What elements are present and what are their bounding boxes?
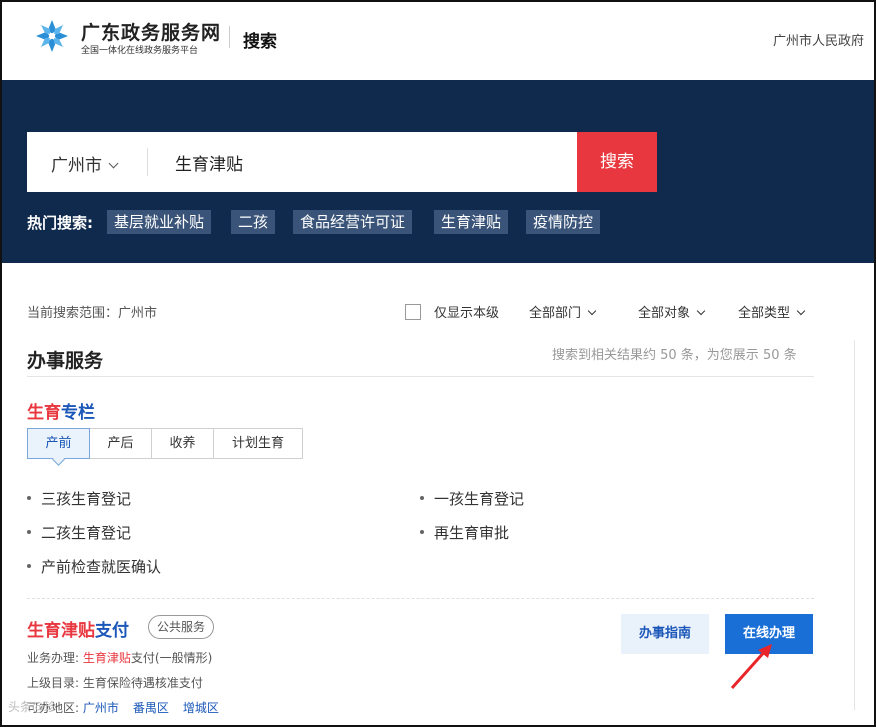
department-filter[interactable]: 全部部门 bbox=[529, 302, 597, 321]
type-filter[interactable]: 全部类型 bbox=[738, 302, 806, 321]
birth-column-title-red: 生育 bbox=[27, 403, 61, 423]
birth-column-title-blue: 专栏 bbox=[61, 403, 95, 423]
site-header: 广东政务服务网 全国一体化在线政务服务平台 搜索 广州市人民政府 bbox=[2, 2, 874, 80]
bullet-icon bbox=[27, 496, 31, 500]
region-link[interactable]: 广州市 bbox=[83, 701, 119, 715]
search-button[interactable]: 搜索 bbox=[577, 132, 657, 192]
business-rest: 支付(一般情形) bbox=[130, 651, 213, 665]
parent-label: 上级目录: bbox=[27, 676, 80, 690]
list-item-label: 三孩生育登记 bbox=[41, 490, 132, 508]
section-title: 办事服务 bbox=[27, 350, 104, 372]
scope-value: 广州市 bbox=[118, 306, 158, 321]
list-item-label: 一孩生育登记 bbox=[434, 490, 525, 508]
tab-adoption[interactable]: 收养 bbox=[151, 428, 214, 459]
region-link[interactable]: 番禺区 bbox=[133, 701, 169, 715]
search-box: 广州市 bbox=[27, 132, 577, 192]
list-item[interactable]: 再生育审批 bbox=[420, 522, 509, 543]
search-input[interactable] bbox=[175, 146, 565, 178]
department-filter-label: 全部部门 bbox=[529, 306, 582, 321]
only-level-checkbox[interactable] bbox=[405, 304, 421, 320]
region-link[interactable]: 增城区 bbox=[183, 701, 219, 715]
target-filter[interactable]: 全部对象 bbox=[638, 302, 706, 321]
hot-tag[interactable]: 疫情防控 bbox=[526, 210, 601, 234]
list-item[interactable]: 二孩生育登记 bbox=[27, 522, 131, 543]
bullet-icon bbox=[420, 530, 424, 534]
right-panel-edge bbox=[854, 340, 855, 710]
parent-catalog-line: 上级目录: 生育保险待遇核准支付 bbox=[27, 674, 203, 691]
city-select[interactable]: 广州市 bbox=[51, 151, 119, 176]
result-title-blue: 支付 bbox=[95, 621, 129, 641]
parent-value: 生育保险待遇核准支付 bbox=[82, 676, 203, 690]
page-title: 搜索 bbox=[243, 32, 277, 52]
site-logo-icon bbox=[36, 20, 68, 52]
guide-button[interactable]: 办事指南 bbox=[621, 614, 709, 654]
birth-column-title: 生育专栏 bbox=[27, 398, 95, 423]
list-item[interactable]: 三孩生育登记 bbox=[27, 488, 131, 509]
chevron-down-icon bbox=[108, 158, 119, 169]
list-item-label: 再生育审批 bbox=[434, 524, 510, 542]
chevron-down-icon bbox=[696, 306, 706, 316]
service-type-badge: 公共服务 bbox=[148, 615, 215, 639]
hot-search-label: 热门搜索: bbox=[27, 214, 93, 232]
search-hero: 广州市 搜索 热门搜索: 基层就业补贴 二孩 食品经营许可证 生育津贴 疫情防控 bbox=[2, 80, 874, 263]
business-line: 业务办理: 生育津贴支付(一般情形) bbox=[27, 649, 212, 666]
result-count: 搜索到相关结果约 50 条，为您展示 50 条 bbox=[552, 348, 797, 363]
target-filter-label: 全部对象 bbox=[638, 306, 691, 321]
region-line: 可办地区: 广州市 番禺区 增城区 bbox=[27, 699, 233, 716]
result-title-red: 生育津贴 bbox=[27, 621, 95, 641]
only-level-label[interactable]: 仅显示本级 bbox=[434, 302, 499, 321]
bullet-icon bbox=[27, 530, 31, 534]
header-divider bbox=[229, 26, 230, 48]
result-divider bbox=[27, 598, 814, 599]
annotation-arrow-icon bbox=[730, 644, 772, 690]
list-item-label: 二孩生育登记 bbox=[41, 524, 132, 542]
result-title[interactable]: 生育津贴支付 bbox=[27, 616, 129, 641]
city-select-value: 广州市 bbox=[51, 156, 102, 176]
list-item[interactable]: 产前检查就医确认 bbox=[27, 556, 161, 577]
hot-tag[interactable]: 生育津贴 bbox=[434, 210, 509, 234]
hot-tag[interactable]: 基层就业补贴 bbox=[107, 210, 212, 234]
search-separator bbox=[147, 148, 148, 176]
site-name[interactable]: 广东政务服务网 bbox=[81, 18, 221, 45]
hot-tag[interactable]: 食品经营许可证 bbox=[293, 210, 413, 234]
scope-label: 当前搜索范围： bbox=[27, 306, 119, 321]
section-divider bbox=[27, 376, 814, 377]
tab-postnatal[interactable]: 产后 bbox=[89, 428, 152, 459]
business-label: 业务办理: bbox=[27, 651, 80, 665]
tab-family-planning[interactable]: 计划生育 bbox=[213, 428, 303, 459]
chevron-down-icon bbox=[587, 306, 597, 316]
tab-prenatal[interactable]: 产前 bbox=[27, 428, 90, 459]
birth-tabs: 产前 产后 收养 计划生育 bbox=[27, 428, 303, 459]
business-highlight: 生育津贴 bbox=[82, 651, 131, 665]
search-scope: 当前搜索范围：广州市 bbox=[27, 302, 157, 321]
page-frame: 广东政务服务网 全国一体化在线政务服务平台 搜索 广州市人民政府 广州市 搜索 … bbox=[0, 0, 876, 727]
government-link[interactable]: 广州市人民政府 bbox=[773, 30, 864, 49]
bullet-icon bbox=[27, 564, 31, 568]
list-item-label: 产前检查就医确认 bbox=[41, 558, 162, 576]
list-item[interactable]: 一孩生育登记 bbox=[420, 488, 524, 509]
type-filter-label: 全部类型 bbox=[738, 306, 791, 321]
watermark: 头条@珍 bbox=[8, 700, 57, 714]
hot-tag[interactable]: 二孩 bbox=[231, 210, 276, 234]
bullet-icon bbox=[420, 496, 424, 500]
site-subtitle: 全国一体化在线政务服务平台 bbox=[81, 46, 199, 56]
chevron-down-icon bbox=[796, 306, 806, 316]
